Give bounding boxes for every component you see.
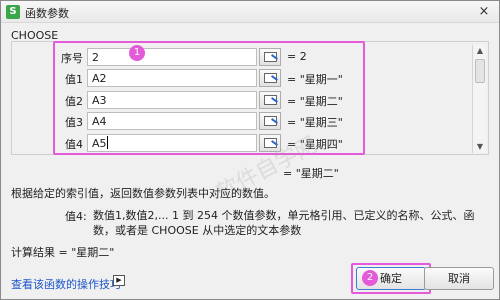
function-result: = "星期二" (283, 167, 339, 180)
cancel-button[interactable]: 取消 (424, 267, 494, 290)
title-bar: S 函数参数 × (1, 1, 499, 23)
arg-help-label: 值4: (65, 210, 87, 223)
calculation-result: 计算结果 = "星期二" (11, 246, 115, 259)
function-description: 根据给定的索引值，返回数值参数列表中对应的数值。 (11, 187, 275, 200)
help-link[interactable]: 查看该函数的操作技巧 (11, 276, 121, 292)
function-args-dialog: S 函数参数 × CHOOSE ▲ ▼ 序号 2 = 2 值1 A2 = "星期… (0, 0, 500, 300)
step-marker-2: 2 (362, 270, 378, 286)
dialog-title: 函数参数 (25, 7, 69, 20)
video-icon[interactable]: ▶ (113, 275, 125, 286)
step-marker-1: 1 (129, 45, 145, 61)
arguments-highlight (53, 41, 365, 155)
app-icon: S (6, 5, 20, 19)
arg-help-text: 数值1,数值2,... 1 到 254 个数值参数，单元格引用、已定义的名称、公… (93, 209, 475, 237)
close-button[interactable]: × (475, 4, 493, 20)
